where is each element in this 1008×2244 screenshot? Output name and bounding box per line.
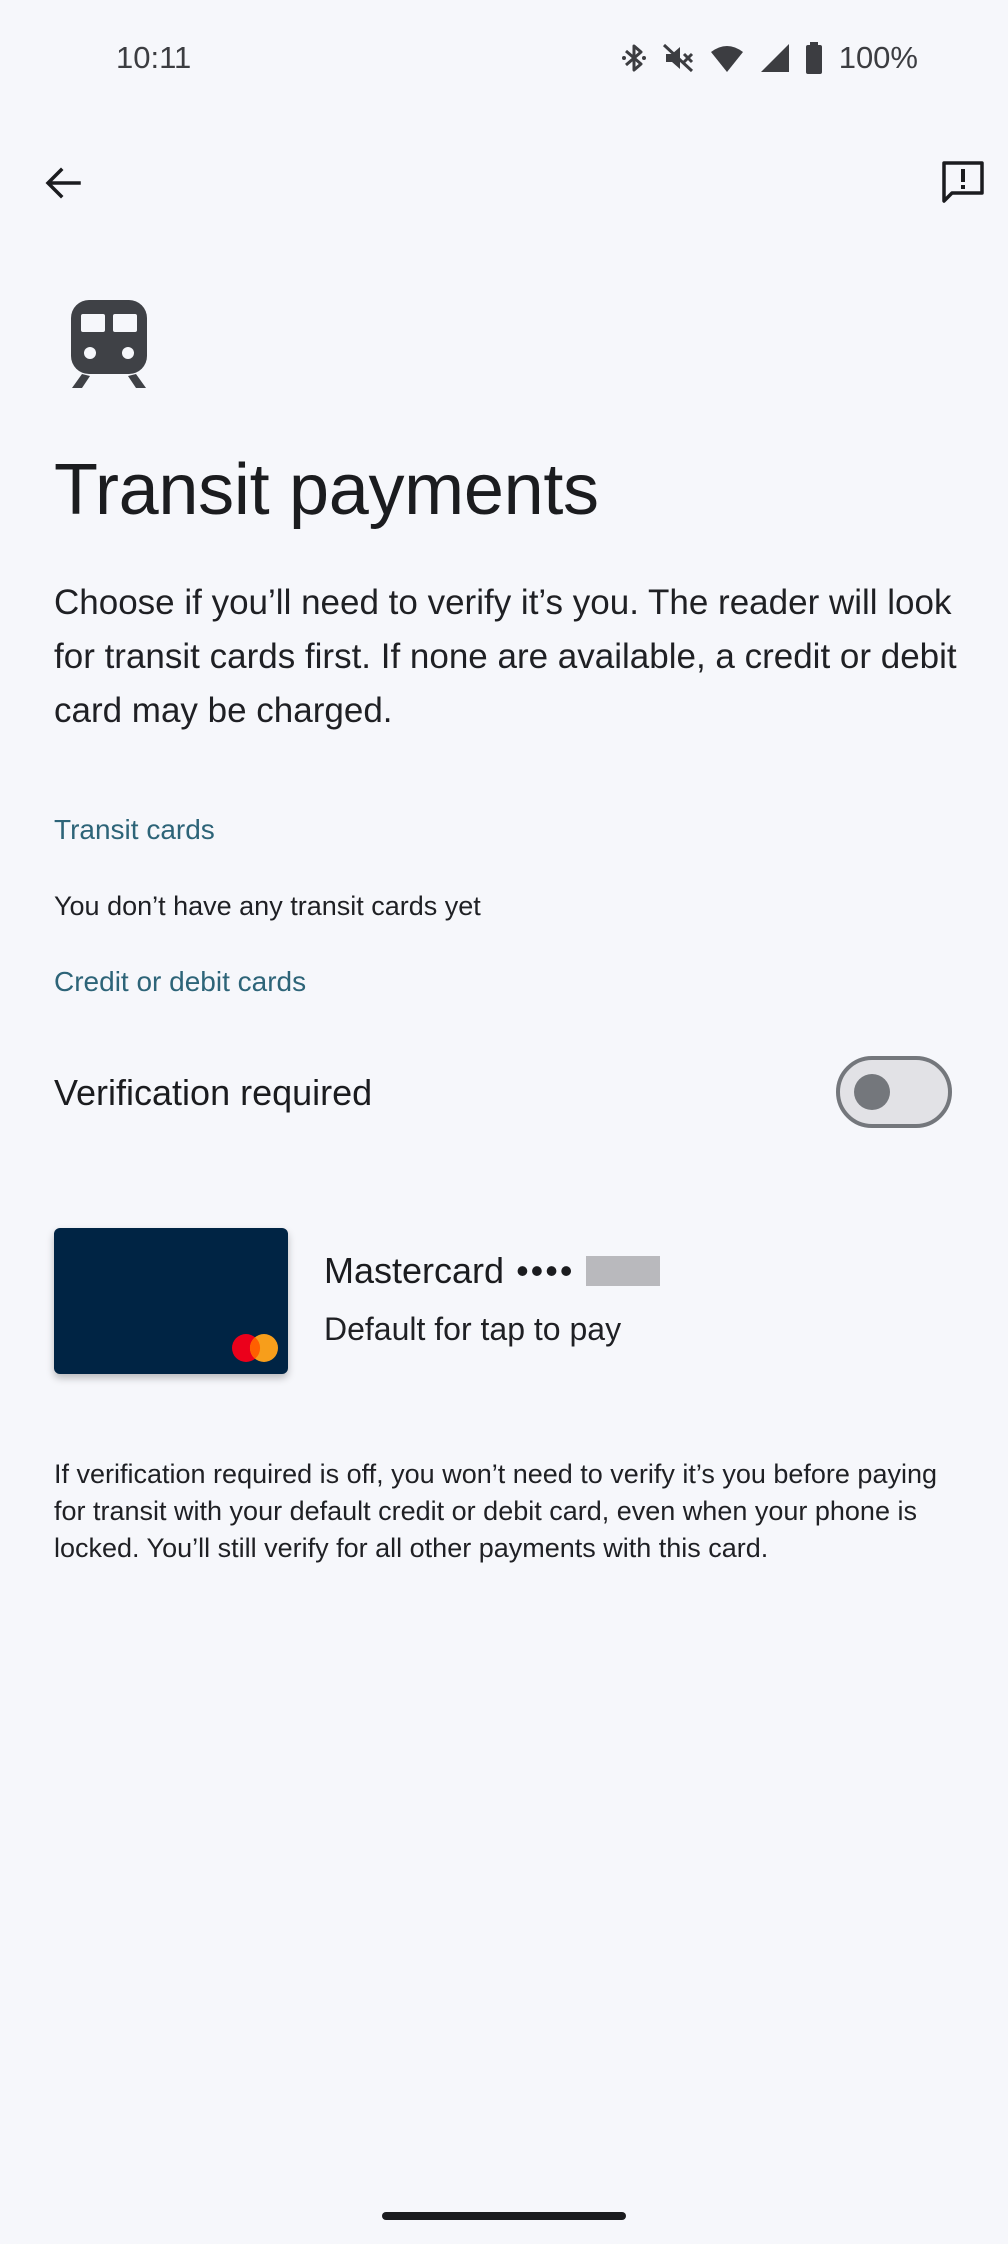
card-subtitle: Default for tap to pay (324, 1311, 622, 1347)
verification-required-toggle[interactable] (836, 1056, 952, 1128)
verification-footnote: If verification required is off, you won… (54, 1459, 937, 1563)
arrow-back-icon (45, 167, 81, 199)
status-icons: 100% (621, 36, 918, 80)
card-number-dots: •••• (516, 1250, 575, 1291)
bluetooth-icon (621, 44, 646, 72)
card-title: Mastercard •••• (324, 1248, 661, 1294)
status-time: 10:11 (116, 40, 192, 75)
home-indicator[interactable] (382, 2212, 626, 2220)
verification-required-row[interactable]: Verification required (0, 1050, 1008, 1136)
card-name: Mastercard (324, 1250, 505, 1291)
card-list-item[interactable]: Mastercard •••• Default for tap to pay (54, 1228, 954, 1376)
feedback-icon (942, 161, 984, 203)
back-button[interactable] (30, 150, 96, 216)
no-transit-cards-text: You don’t have any transit cards yet (54, 891, 481, 921)
cell-signal-icon (760, 44, 789, 72)
train-icon (66, 298, 152, 390)
battery-percentage: 100% (838, 40, 918, 75)
battery-icon (805, 42, 822, 74)
transit-cards-header: Transit cards (54, 814, 215, 845)
verification-required-label: Verification required (54, 1072, 373, 1113)
card-number-redacted (586, 1256, 661, 1286)
mastercard-logo-icon (232, 1334, 278, 1362)
credit-debit-cards-header: Credit or debit cards (54, 966, 307, 997)
toggle-knob (854, 1074, 890, 1110)
wifi-icon (710, 46, 743, 72)
feedback-button[interactable] (930, 150, 996, 216)
card-art (54, 1228, 288, 1374)
page-description: Choose if you’ll need to verify it’s you… (54, 583, 957, 730)
mute-icon (662, 43, 693, 73)
page-title: Transit payments (54, 450, 599, 530)
